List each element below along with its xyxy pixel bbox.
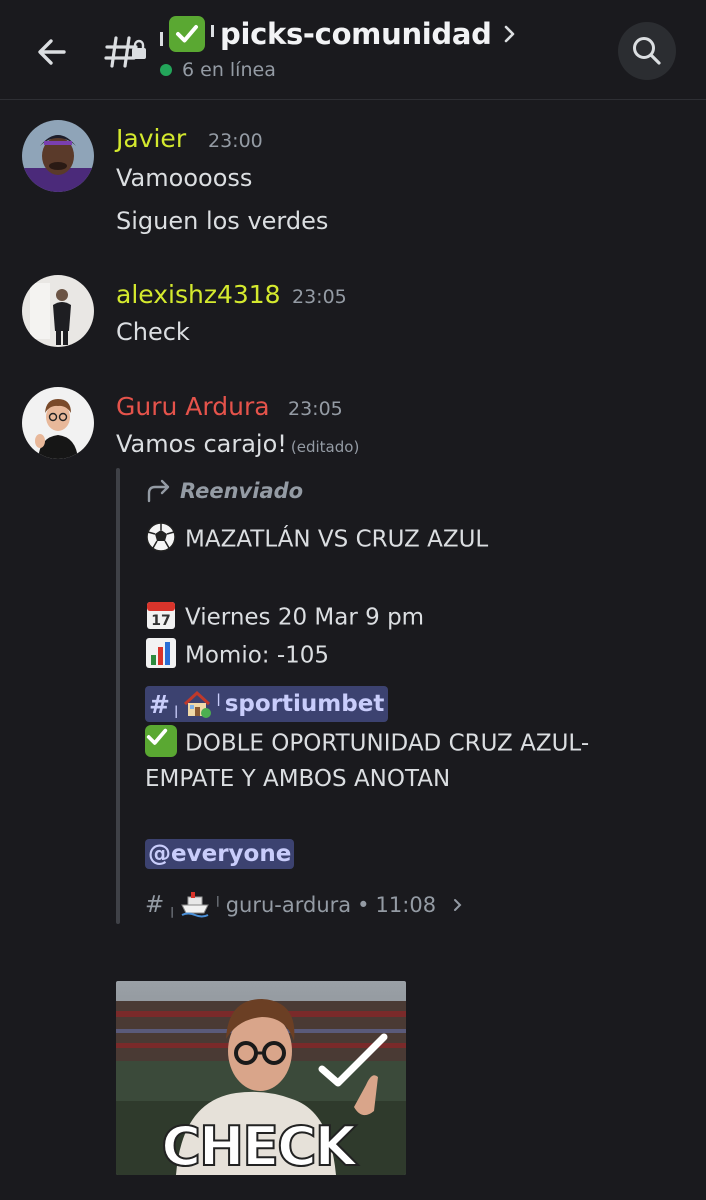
avatar-alexishz4318[interactable] — [22, 275, 94, 347]
online-count: 6 en línea — [182, 59, 276, 81]
hash-icon: # — [145, 892, 165, 918]
hash-lock-icon — [104, 28, 150, 74]
date-text: Viernes 20 Mar 9 pm — [185, 604, 425, 631]
forwarded-label: Reenviado — [146, 476, 303, 506]
check-mark-icon — [169, 16, 205, 52]
channel-name: picks-comunidad — [220, 17, 492, 51]
source-time: 11:08 — [375, 893, 437, 917]
online-status: 6 en línea — [160, 58, 276, 82]
bar-chart-icon — [146, 638, 176, 668]
ship-icon — [181, 892, 209, 918]
message-text: Vamos carajo! (editado) — [116, 430, 359, 458]
separator-mark — [211, 25, 214, 37]
source-bullet: • — [357, 893, 370, 917]
back-button[interactable] — [28, 28, 76, 76]
forward-pick-line-2: EMPATE Y AMBOS ANOTAN — [145, 766, 451, 792]
check-mark-icon — [145, 725, 177, 757]
message-text: Siguen los verdes — [116, 207, 329, 235]
avatar-guru-ardura[interactable] — [22, 387, 94, 459]
chevron-right-icon — [502, 23, 518, 45]
message-username[interactable]: Javier — [116, 124, 186, 153]
separator-mark: | — [173, 704, 179, 718]
arrow-left-icon — [38, 39, 66, 65]
odds-text: Momio: -105 — [185, 642, 330, 669]
channel-title[interactable]: picks-comunidad — [160, 14, 518, 54]
match-text: MAZATLÁN VS CRUZ AZUL — [185, 526, 489, 553]
message-body: Vamos carajo! — [116, 430, 287, 458]
source-channel: guru-ardura — [225, 893, 352, 917]
channel-mention-sportiumbet[interactable]: # | | sportiumbet — [145, 686, 389, 722]
forward-odds-line: Momio: -105 — [145, 638, 330, 672]
everyone-mention[interactable]: @everyone — [145, 839, 295, 869]
search-icon — [633, 37, 661, 65]
message-time: 23:05 — [288, 398, 343, 420]
channel-mention-text: sportiumbet — [224, 691, 385, 717]
message-username[interactable]: alexishz4318 — [116, 280, 281, 309]
search-button[interactable] — [618, 22, 676, 80]
forward-pick-line: DOBLE OPORTUNIDAD CRUZ AZUL- — [145, 725, 590, 760]
avatar-javier[interactable] — [22, 120, 94, 192]
forward-match-line: MAZATLÁN VS CRUZ AZUL — [145, 522, 489, 556]
pick-text-1: DOBLE OPORTUNIDAD CRUZ AZUL- — [185, 730, 590, 757]
forward-quote-bar — [116, 468, 120, 924]
separator-mark: | — [170, 904, 174, 918]
svg-text:17: 17 — [151, 613, 170, 629]
chevron-right-icon — [454, 899, 462, 911]
edited-label: (editado) — [290, 438, 360, 456]
message-time: 23:00 — [208, 130, 263, 152]
check-gif[interactable]: CHECK — [116, 981, 406, 1175]
hash-icon: # — [149, 689, 170, 719]
channel-header: picks-comunidad 6 en línea — [0, 0, 706, 100]
house-icon — [184, 690, 212, 718]
forward-arrow-icon — [147, 479, 170, 503]
message-time: 23:05 — [292, 286, 347, 308]
message-username[interactable]: Guru Ardura — [116, 392, 270, 421]
separator-mark — [160, 32, 163, 46]
message-text: Check — [116, 318, 190, 346]
everyone-mention-line: @everyone — [145, 839, 295, 869]
separator-mark: | — [216, 692, 221, 706]
soccer-ball-icon — [146, 522, 176, 552]
forwarded-text: Reenviado — [180, 479, 304, 503]
online-dot-icon — [160, 64, 172, 76]
calendar-icon: 17 — [147, 602, 175, 629]
forward-date-line: 17 Viernes 20 Mar 9 pm — [145, 602, 424, 634]
forward-source-link[interactable]: # | | guru-ardura • 11:08 — [145, 888, 466, 922]
message-text: Vamooooss — [116, 164, 253, 192]
separator-mark: | — [216, 893, 220, 907]
gif-caption: CHECK — [161, 1115, 358, 1175]
